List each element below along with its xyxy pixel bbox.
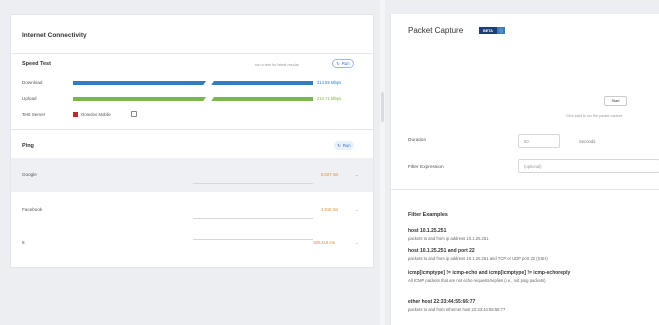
divider bbox=[11, 53, 373, 54]
server-info-icon[interactable] bbox=[131, 111, 137, 117]
filter-expression-input[interactable]: (optional) bbox=[518, 159, 659, 173]
ping-sparkline bbox=[193, 183, 313, 184]
filter-expression-label: Filter Expression bbox=[408, 165, 444, 170]
packet-capture-title: Packet Capture bbox=[408, 26, 464, 35]
ping-sparkline bbox=[193, 218, 313, 219]
filter-example-desc: packets to and from ip address 10.1.25.2… bbox=[408, 236, 489, 241]
test-server-name: Ooredoo Mobile bbox=[81, 112, 111, 117]
server-flag-icon bbox=[73, 112, 78, 117]
ping-row-8-value: 180.218 ms bbox=[313, 240, 335, 245]
ping-row-8-label: 8 bbox=[22, 240, 25, 245]
upload-value: 210.71 Mbps bbox=[317, 96, 342, 101]
ping-row-google-value: 5.027 ms bbox=[321, 172, 339, 177]
packet-capture-card: Packet Capture BETA ⓘ Start Click start … bbox=[390, 14, 659, 325]
speed-test-run-button[interactable]: ↻ Run bbox=[332, 59, 354, 68]
info-icon[interactable]: ⓘ bbox=[497, 27, 505, 34]
ping-sparkline bbox=[193, 239, 313, 240]
divider bbox=[391, 189, 659, 190]
chevron-down-icon[interactable]: ⌄ bbox=[355, 207, 358, 212]
ping-row-google-label: Google bbox=[22, 172, 37, 177]
filter-example-desc: packets to and from ethernet host 22:33:… bbox=[408, 307, 506, 312]
filter-example-cmd: host 10.1.25.251 bbox=[408, 228, 447, 234]
page: Internet Connectivity Speed Test run a t… bbox=[0, 0, 659, 325]
ping-row-facebook-value: 4.816 ms bbox=[321, 207, 339, 212]
scrollbar[interactable] bbox=[380, 0, 385, 325]
run-button-label: Run bbox=[341, 61, 350, 66]
download-bar bbox=[73, 81, 313, 85]
download-value: 214.85 Mbps bbox=[317, 80, 342, 85]
internet-connectivity-card: Internet Connectivity Speed Test run a t… bbox=[10, 14, 374, 268]
filter-example-desc: packets to and from ip address 10.1.25.2… bbox=[408, 256, 548, 261]
duration-unit: Seconds bbox=[579, 139, 596, 144]
refresh-icon: ↻ bbox=[336, 61, 340, 66]
download-label: Download bbox=[22, 80, 43, 85]
speed-test-hint: run a test for latest results bbox=[255, 63, 299, 67]
duration-label: Duration bbox=[408, 138, 427, 143]
divider bbox=[11, 129, 373, 130]
ping-row-highlight bbox=[11, 158, 373, 192]
run-button-label: Run bbox=[342, 143, 351, 148]
upload-label: Upload bbox=[22, 96, 37, 101]
start-hint: Click start to run the packet capture bbox=[566, 114, 623, 118]
ping-heading: Ping bbox=[22, 143, 34, 149]
filter-examples-heading: Filter Examples bbox=[408, 212, 448, 218]
chevron-down-icon[interactable]: ⌄ bbox=[355, 172, 358, 177]
internet-connectivity-title: Internet Connectivity bbox=[22, 32, 87, 39]
scrollbar-thumb[interactable] bbox=[381, 92, 384, 122]
refresh-icon: ↻ bbox=[337, 143, 341, 148]
filter-example-cmd: ether host 22:33:44:55:66:77 bbox=[408, 299, 476, 305]
ping-run-button[interactable]: ↻ Run bbox=[334, 141, 354, 150]
beta-badge: BETA bbox=[479, 27, 497, 34]
upload-bar bbox=[73, 97, 313, 101]
start-capture-button[interactable]: Start bbox=[604, 96, 627, 106]
test-server-label: Test Server bbox=[22, 112, 46, 117]
speed-test-heading: Speed Test bbox=[22, 61, 51, 67]
ping-row-facebook-label: Facebook bbox=[22, 207, 43, 212]
duration-input[interactable]: 60 bbox=[518, 134, 560, 148]
chevron-down-icon[interactable]: ⌄ bbox=[355, 240, 358, 245]
filter-example-desc: All ICMP packets that are not echo reque… bbox=[408, 278, 546, 283]
filter-example-cmd: icmp[icmptype] != icmp-echo and icmp[icm… bbox=[408, 270, 571, 276]
filter-example-cmd: host 10.1.25.251 and port 22 bbox=[408, 248, 475, 254]
